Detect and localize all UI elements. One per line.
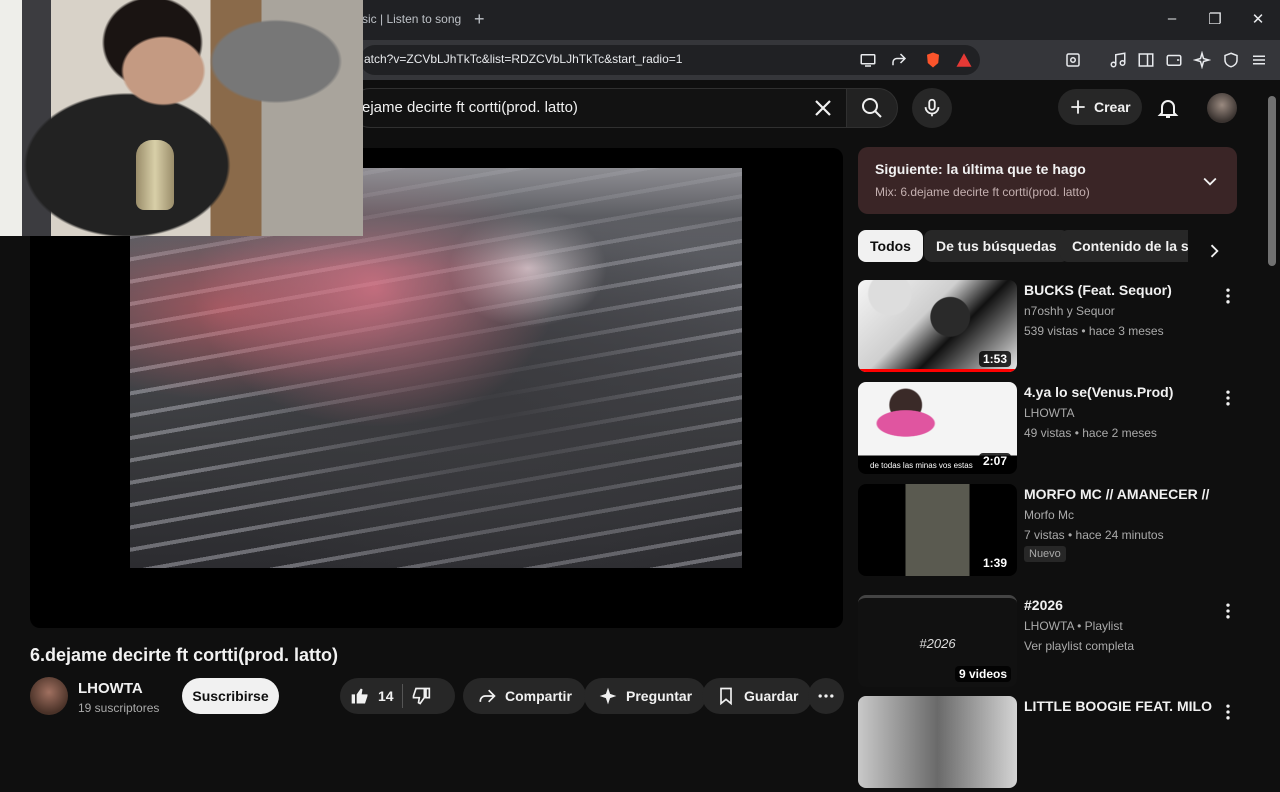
save-label: Guardar [744,688,799,704]
up-next-title: Siguiente: la última que te hago [875,161,1086,177]
recommendation-channel[interactable]: n7oshh y Sequor [1024,304,1115,318]
up-next-panel[interactable] [858,147,1237,214]
recommendation-channel[interactable]: LHOWTA [1024,406,1074,420]
thumbs-up-icon[interactable] [350,686,370,706]
brave-rewards-icon[interactable] [953,49,975,71]
reader-mode-icon[interactable] [1062,49,1084,71]
like-divider [401,684,403,708]
channel-avatar[interactable] [30,677,68,715]
more-vertical-icon[interactable] [1218,286,1238,306]
recommendation-title[interactable]: BUCKS (Feat. Sequor) [1024,282,1214,298]
webcam-overlay [0,0,363,236]
create-button[interactable]: Crear [1058,89,1142,125]
view-full-playlist-link[interactable]: Ver playlist completa [1024,639,1134,653]
sidebar-toggle-icon[interactable] [1135,49,1157,71]
recommendation-item[interactable]: LITTLE BOOGIE FEAT. MILO J - [858,696,1238,792]
share-label: Compartir [505,688,572,704]
search-input[interactable]: ejame decirte ft cortti(prod. latto) [362,99,578,116]
recommendation-meta: 7 vistas • hace 24 minutos [1024,528,1164,542]
vpn-icon[interactable] [1220,49,1242,71]
more-vertical-icon[interactable] [1218,702,1238,722]
more-vertical-icon[interactable] [1218,601,1238,621]
wallet-icon[interactable] [1163,49,1185,71]
media-control-icon[interactable] [1107,49,1129,71]
video-thumbnail[interactable]: 1:39 [858,484,1017,576]
subscribe-button[interactable]: Suscribirse [182,678,279,714]
chip-todos[interactable]: Todos [858,230,923,262]
channel-name[interactable]: LHOWTA [78,680,143,697]
recommendation-item[interactable]: 1:53 BUCKS (Feat. Sequor) n7oshh y Sequo… [858,280,1238,376]
chevron-right-icon[interactable] [1204,241,1224,261]
search-icon [862,98,882,118]
playlist-thumbnail[interactable]: #2026 9 videos [858,595,1017,687]
duration-badge: 2:07 [978,453,1011,469]
leo-ai-icon[interactable] [1191,49,1213,71]
recommendation-item[interactable]: 1:39 MORFO MC // AMANECER // Morfo Mc 7 … [858,484,1238,580]
account-avatar[interactable] [1207,93,1237,123]
create-label: Crear [1094,99,1131,115]
more-actions-button[interactable] [808,678,844,714]
new-badge: Nuevo [1024,546,1066,562]
more-horizontal-icon [818,694,834,698]
address-url[interactable]: atch?v=ZCVbLJhTkTc&list=RDZCVbLJhTkTc&st… [364,52,682,66]
plus-icon [1071,100,1085,114]
recommendation-title[interactable]: MORFO MC // AMANECER // [1024,486,1214,502]
restore-button[interactable]: ❐ [1205,10,1225,28]
video-title: 6.dejame decirte ft cortti(prod. latto) [30,645,339,665]
microphone-icon [924,98,940,117]
playlist-item[interactable]: #2026 9 videos #2026 LHOWTA • Playlist V… [858,595,1238,691]
more-vertical-icon[interactable] [1218,388,1238,408]
like-count[interactable]: 14 [378,688,394,704]
recommendation-title[interactable]: LITTLE BOOGIE FEAT. MILO J - [1024,698,1214,714]
brave-shield-icon[interactable] [922,49,944,71]
recommendation-title[interactable]: 4.ya lo se(Venus.Prod) [1024,384,1214,400]
playlist-thumb-text: #2026 [919,636,956,651]
search-button[interactable] [846,88,898,128]
recommendation-item[interactable]: de todas las minas vos estas 2:07 4.ya l… [858,382,1238,478]
save-button[interactable]: Guardar [702,678,813,714]
cast-icon[interactable] [857,49,879,71]
recommendation-meta: 49 vistas • hace 2 meses [1024,426,1157,440]
ask-button[interactable]: Preguntar [584,678,707,714]
recommendation-meta: 539 vistas • hace 3 meses [1024,324,1164,338]
browser-tab-title[interactable]: sic | Listen to song [362,12,461,26]
chip-de-tus-busquedas[interactable]: De tus búsquedas [924,230,1069,262]
voice-search-button[interactable] [912,88,952,128]
duration-badge: 1:39 [978,555,1011,571]
filter-chips: Todos De tus búsquedas Contenido de la s… [858,230,1188,262]
ask-label: Preguntar [626,688,693,704]
recommendation-channel[interactable]: Morfo Mc [1024,508,1074,522]
share-button[interactable]: Compartir [463,678,586,714]
close-window-button[interactable]: ✕ [1248,10,1268,28]
clear-search-icon[interactable] [811,96,835,120]
playlist-count-badge: 9 videos [954,666,1011,682]
bookmark-icon [720,687,732,706]
chip-contenido[interactable]: Contenido de la ser [1060,230,1188,262]
page-scrollbar[interactable] [1268,96,1276,266]
chevron-down-icon[interactable] [1200,171,1220,191]
video-thumbnail[interactable]: de todas las minas vos estas 2:07 [858,382,1017,474]
duration-badge: 1:53 [978,351,1011,367]
sparkle-icon [599,687,617,705]
share-icon [479,689,496,703]
like-dislike-group: 14 [340,678,455,714]
microphone-image [136,140,174,210]
watch-progress-bar [858,369,1017,372]
notifications-bell-icon[interactable] [1156,96,1180,120]
thumbnail-caption: de todas las minas vos estas [870,461,973,470]
share-page-icon[interactable] [888,49,910,71]
video-thumbnail[interactable]: 1:53 [858,280,1017,372]
new-tab-button[interactable]: + [474,9,485,30]
thumbs-down-icon[interactable] [411,686,431,706]
recommendation-channel[interactable]: LHOWTA • Playlist [1024,619,1123,633]
menu-icon[interactable] [1248,49,1270,71]
minimize-button[interactable]: – [1162,10,1182,27]
subscriber-count: 19 suscriptores [78,701,160,715]
video-thumbnail[interactable] [858,696,1017,788]
recommendation-title[interactable]: #2026 [1024,597,1214,613]
up-next-subtitle: Mix: 6.dejame decirte ft cortti(prod. la… [875,185,1090,199]
